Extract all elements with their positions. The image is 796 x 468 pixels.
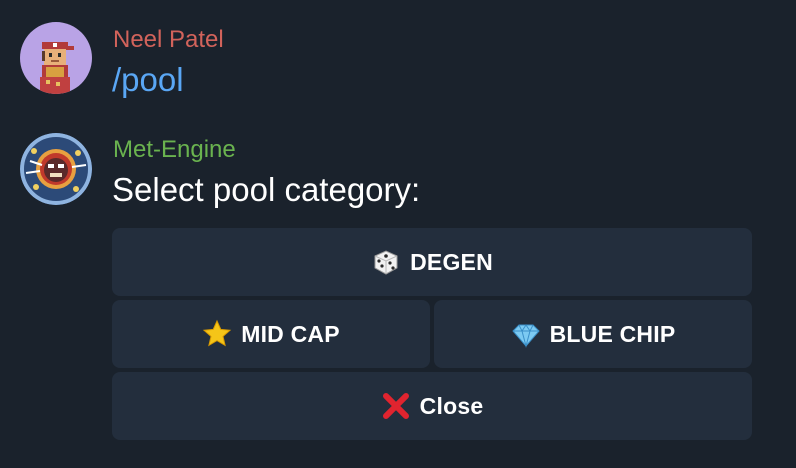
mid-cap-label: MID CAP bbox=[241, 320, 340, 347]
avatar[interactable] bbox=[20, 22, 92, 94]
sender-name[interactable]: Met-Engine bbox=[113, 136, 236, 164]
mid-cap-button[interactable]: MID CAP bbox=[112, 300, 430, 368]
cross-mark-icon bbox=[381, 391, 411, 421]
dice-icon bbox=[371, 247, 401, 277]
message-text[interactable]: /pool bbox=[112, 60, 184, 100]
star-icon bbox=[202, 319, 232, 349]
blue-chip-label: BLUE CHIP bbox=[549, 320, 676, 347]
gem-icon bbox=[511, 319, 541, 349]
degen-label: DEGEN bbox=[410, 248, 493, 275]
close-label: Close bbox=[419, 392, 484, 419]
close-button[interactable]: Close bbox=[112, 372, 752, 440]
sender-name[interactable]: Neel Patel bbox=[113, 26, 224, 54]
bot-avatar[interactable] bbox=[20, 133, 92, 205]
meteor-avatar-icon bbox=[20, 133, 92, 205]
degen-button[interactable]: DEGEN bbox=[112, 228, 752, 296]
blue-chip-button[interactable]: BLUE CHIP bbox=[434, 300, 752, 368]
pixel-character-avatar-icon bbox=[20, 22, 92, 94]
message-text: Select pool category: bbox=[112, 171, 421, 208]
